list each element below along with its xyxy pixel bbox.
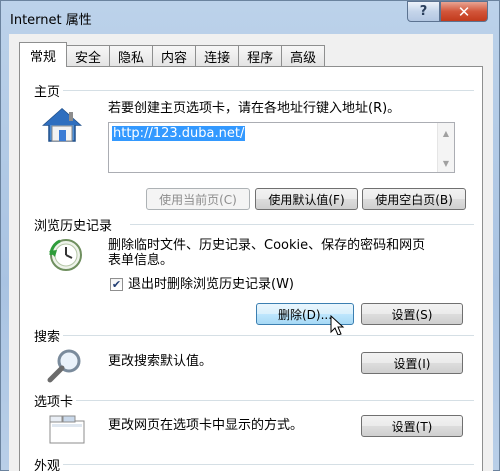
delete-on-exit-checkbox[interactable]: ✔: [110, 278, 123, 291]
homepage-url-text: http://123.duba.net/: [112, 126, 246, 141]
tabs-description: 更改网页在选项卡中显示的方式。: [108, 418, 304, 433]
use-blank-button[interactable]: 使用空白页(B): [362, 188, 466, 210]
tab-strip: 常规 安全 隐私 内容 连接 程序 高级: [19, 42, 326, 67]
search-settings-button[interactable]: 设置(I): [361, 352, 463, 374]
tab-security[interactable]: 安全: [66, 45, 111, 67]
history-group-label: 浏览历史记录: [34, 215, 116, 234]
home-icon: [42, 107, 82, 142]
delete-on-exit-label[interactable]: 退出时删除浏览历史记录(W): [128, 277, 294, 292]
search-group-label: 搜索: [34, 326, 64, 345]
close-button[interactable]: ✕: [440, 1, 488, 22]
history-settings-button[interactable]: 设置(S): [361, 303, 463, 325]
history-group-line: [130, 224, 474, 225]
homepage-group-line: [60, 90, 474, 91]
search-group-line: [60, 335, 474, 336]
title-bar[interactable]: Internet 属性 ? ✕: [1, 1, 499, 34]
history-description-line2: 表单信息。: [108, 253, 174, 268]
tab-privacy[interactable]: 隐私: [109, 45, 154, 67]
scroll-up-icon: ▲: [442, 129, 450, 138]
internet-properties-window: Internet 属性 ? ✕ 常规 安全 隐私 内容 连接 程序 高级 主页: [0, 0, 500, 471]
search-description: 更改搜索默认值。: [108, 354, 213, 369]
dialog-client-area: 常规 安全 隐私 内容 连接 程序 高级 主页 若要创建主页选项卡，请在各地址行…: [9, 34, 493, 471]
general-tab-panel: 主页 若要创建主页选项卡，请在各地址行键入地址(R)。 http://123.d…: [19, 66, 483, 471]
tab-programs[interactable]: 程序: [238, 45, 283, 67]
use-current-page-button[interactable]: 使用当前页(C): [146, 188, 250, 210]
history-description-line1: 删除临时文件、历史记录、Cookie、保存的密码和网页: [108, 238, 426, 253]
tabs-settings-button[interactable]: 设置(T): [361, 415, 463, 437]
help-button[interactable]: ?: [407, 1, 440, 22]
tabs-window-icon: [49, 415, 85, 444]
close-icon: ✕: [457, 2, 471, 21]
help-icon: ?: [419, 4, 428, 19]
appearance-group-label: 外观: [34, 455, 64, 471]
tab-general[interactable]: 常规: [19, 42, 68, 67]
homepage-url-textarea[interactable]: http://123.duba.net/ ▲ ▼: [108, 122, 455, 173]
checkmark-icon: ✔: [111, 278, 122, 291]
use-default-button[interactable]: 使用默认值(F): [255, 188, 358, 210]
search-magnifier-icon: [47, 349, 81, 383]
tab-advanced[interactable]: 高级: [281, 45, 326, 67]
tab-content[interactable]: 内容: [152, 45, 197, 67]
homepage-group-label: 主页: [34, 81, 64, 100]
tab-connections[interactable]: 连接: [195, 45, 240, 67]
tabs-group-line: [74, 400, 474, 401]
window-title: Internet 属性: [10, 13, 92, 28]
tabs-group-label: 选项卡: [34, 391, 77, 410]
scroll-down-icon: ▼: [442, 159, 450, 168]
appearance-group-line: [60, 464, 474, 465]
mouse-cursor-icon: [330, 315, 345, 336]
homepage-description: 若要创建主页选项卡，请在各地址行键入地址(R)。: [108, 101, 401, 116]
history-clock-icon: [49, 239, 82, 271]
url-scrollbar[interactable]: ▲ ▼: [437, 123, 454, 172]
